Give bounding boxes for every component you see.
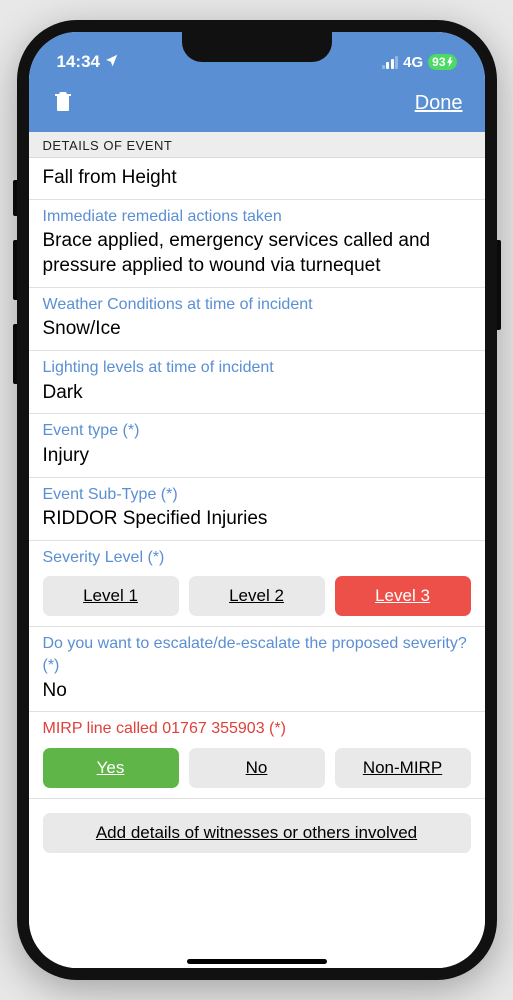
field-label: Weather Conditions at time of incident [43, 294, 471, 316]
field-remedial-actions[interactable]: Immediate remedial actions taken Brace a… [29, 200, 485, 288]
battery-icon: 93 [428, 54, 456, 70]
done-button[interactable]: Done [415, 92, 463, 115]
field-lighting[interactable]: Lighting levels at time of incident Dark [29, 351, 485, 414]
field-escalate[interactable]: Do you want to escalate/de-escalate the … [29, 627, 485, 712]
field-event-type[interactable]: Event type (*) Injury [29, 414, 485, 477]
add-witness-button[interactable]: Add details of witnesses or others invol… [43, 813, 471, 853]
field-label: Immediate remedial actions taken [43, 206, 471, 228]
field-label: Do you want to escalate/de-escalate the … [43, 633, 471, 676]
mirp-no-button[interactable]: No [189, 748, 325, 788]
field-weather[interactable]: Weather Conditions at time of incident S… [29, 288, 485, 351]
severity-level-3-button[interactable]: Level 3 [335, 576, 471, 616]
field-value: Brace applied, emergency services called… [43, 229, 471, 278]
field-label: Lighting levels at time of incident [43, 357, 471, 379]
mirp-yes-button[interactable]: Yes [43, 748, 179, 788]
field-value: Fall from Height [43, 166, 471, 191]
mirp-segmented: Yes No Non-MIRP [43, 748, 471, 788]
field-value: Injury [43, 444, 471, 469]
home-indicator[interactable] [187, 959, 327, 964]
field-value: No [43, 679, 471, 704]
severity-segmented: Level 1 Level 2 Level 3 [43, 576, 471, 616]
field-label: MIRP line called 01767 355903 (*) [43, 718, 471, 740]
form-content: DETAILS OF EVENT Fall from Height Immedi… [29, 132, 485, 968]
header-bar: Done [29, 82, 485, 132]
field-value: RIDDOR Specified Injuries [43, 507, 471, 532]
trash-icon[interactable] [51, 87, 75, 120]
field-mirp: MIRP line called 01767 355903 (*) Yes No… [29, 712, 485, 799]
field-severity: Severity Level (*) Level 1 Level 2 Level… [29, 541, 485, 628]
section-header: DETAILS OF EVENT [29, 132, 485, 158]
mirp-nonmirp-button[interactable]: Non-MIRP [335, 748, 471, 788]
field-label: Event Sub-Type (*) [43, 484, 471, 506]
status-time: 14:34 [57, 52, 100, 72]
severity-level-2-button[interactable]: Level 2 [189, 576, 325, 616]
field-event-subtype[interactable]: Event Sub-Type (*) RIDDOR Specified Inju… [29, 478, 485, 541]
field-event-details[interactable]: Fall from Height [29, 158, 485, 200]
signal-icon [382, 56, 399, 69]
severity-level-1-button[interactable]: Level 1 [43, 576, 179, 616]
field-label: Severity Level (*) [43, 547, 471, 569]
field-label: Event type (*) [43, 420, 471, 442]
field-value: Dark [43, 381, 471, 406]
field-value: Snow/Ice [43, 317, 471, 342]
network-label: 4G [403, 54, 423, 71]
location-icon [105, 52, 119, 72]
